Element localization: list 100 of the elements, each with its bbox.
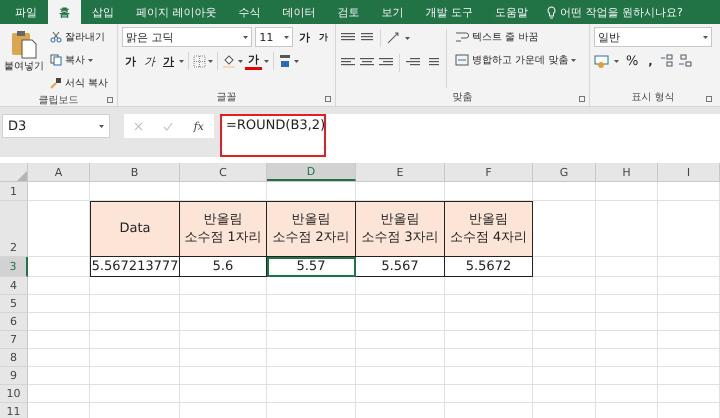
grid-cell[interactable] bbox=[533, 257, 596, 277]
row-header[interactable]: 5 bbox=[0, 295, 28, 313]
dialog-launcher-icon[interactable] bbox=[107, 97, 113, 103]
ribbon-tab[interactable]: 도움말 bbox=[484, 0, 539, 24]
ribbon-tab[interactable]: 개발 도구 bbox=[414, 0, 484, 24]
grid-cell[interactable] bbox=[533, 349, 596, 367]
row-header[interactable]: 4 bbox=[0, 277, 28, 295]
grid-cell[interactable] bbox=[658, 385, 720, 403]
grid-cell[interactable] bbox=[267, 313, 356, 331]
ribbon-tab[interactable]: 수식 bbox=[228, 0, 272, 24]
dialog-launcher-icon[interactable] bbox=[325, 96, 331, 102]
grid-cell[interactable] bbox=[356, 385, 445, 403]
wrap-text-button[interactable]: 텍스트 줄 바꿈 bbox=[453, 27, 578, 47]
grid-cell[interactable] bbox=[180, 331, 267, 349]
grid-cell[interactable] bbox=[356, 331, 445, 349]
grid-cell[interactable] bbox=[533, 313, 596, 331]
tell-me-search[interactable]: 어떤 작업을 원하시나요? bbox=[539, 0, 683, 24]
font-name-field[interactable]: 맑은 고딕 bbox=[122, 27, 252, 47]
column-header[interactable]: G bbox=[533, 163, 596, 181]
grid-cell[interactable] bbox=[596, 367, 658, 385]
row-header[interactable]: 6 bbox=[0, 313, 28, 331]
paste-button[interactable]: 붙여넣기 bbox=[4, 27, 44, 93]
grid-cell[interactable] bbox=[28, 349, 90, 367]
grid-cell[interactable] bbox=[180, 367, 267, 385]
column-header[interactable]: D bbox=[267, 163, 356, 181]
row-header[interactable]: 8 bbox=[0, 349, 28, 367]
grid-cell[interactable] bbox=[28, 385, 90, 403]
decrease-decimal-icon[interactable] bbox=[678, 54, 692, 68]
row-header[interactable]: 2 bbox=[0, 201, 28, 257]
grid-cell[interactable] bbox=[267, 367, 356, 385]
grid-cell[interactable] bbox=[28, 295, 90, 313]
insert-function-button[interactable]: fx bbox=[194, 120, 204, 132]
ribbon-tab[interactable]: 삽입 bbox=[81, 0, 125, 24]
underline-button[interactable]: 가 bbox=[160, 54, 177, 68]
grid-cell[interactable] bbox=[596, 277, 658, 295]
grid-cell[interactable] bbox=[445, 331, 533, 349]
increase-decimal-icon[interactable] bbox=[660, 54, 674, 68]
dialog-launcher-icon[interactable] bbox=[579, 96, 585, 102]
grid-cell[interactable] bbox=[356, 295, 445, 313]
grid-cell[interactable] bbox=[90, 277, 180, 295]
grid-cell[interactable] bbox=[658, 367, 720, 385]
grid-cell[interactable] bbox=[180, 295, 267, 313]
grid-cell[interactable] bbox=[596, 331, 658, 349]
grid-cell[interactable] bbox=[180, 313, 267, 331]
grid-cell[interactable] bbox=[658, 182, 720, 201]
column-header[interactable]: H bbox=[596, 163, 658, 181]
grid-cell[interactable] bbox=[658, 277, 720, 295]
dialog-launcher-icon[interactable] bbox=[706, 96, 712, 102]
grid-cell[interactable] bbox=[596, 295, 658, 313]
grid-cell[interactable] bbox=[180, 385, 267, 403]
grid-cell[interactable] bbox=[90, 295, 180, 313]
table-cell[interactable]: 5.6 bbox=[180, 257, 267, 277]
grid-cell[interactable] bbox=[90, 331, 180, 349]
grid-cell[interactable] bbox=[267, 349, 356, 367]
decrease-font-size-button[interactable]: 가 bbox=[316, 30, 331, 44]
ribbon-tab[interactable]: 데이터 bbox=[272, 0, 326, 24]
increase-font-size-button[interactable]: 가 bbox=[296, 30, 313, 44]
grid-cell[interactable] bbox=[28, 277, 90, 295]
formula-bar-field[interactable]: =ROUND(B3,2) bbox=[220, 114, 720, 157]
grid-cell[interactable] bbox=[658, 295, 720, 313]
comma-style-button[interactable]: , bbox=[645, 54, 656, 68]
grid-cell[interactable] bbox=[28, 331, 90, 349]
format-painter-button[interactable]: 서식 복사 bbox=[48, 73, 110, 93]
column-header[interactable]: E bbox=[356, 163, 445, 181]
grid-cell[interactable] bbox=[28, 182, 90, 201]
grid-cell[interactable] bbox=[533, 277, 596, 295]
grid-cell[interactable] bbox=[533, 201, 596, 257]
grid-cell[interactable] bbox=[596, 385, 658, 403]
grid-cell[interactable] bbox=[267, 295, 356, 313]
grid-cell[interactable] bbox=[90, 313, 180, 331]
grid-cell[interactable] bbox=[28, 313, 90, 331]
grid-cell[interactable] bbox=[90, 385, 180, 403]
column-header[interactable]: A bbox=[28, 163, 90, 181]
grid-cell[interactable] bbox=[445, 295, 533, 313]
bold-button[interactable]: 가 bbox=[122, 54, 139, 68]
cut-button[interactable]: 잘라내기 bbox=[48, 27, 110, 47]
currency-icon[interactable] bbox=[594, 54, 610, 68]
grid-cell[interactable] bbox=[533, 295, 596, 313]
grid-cell[interactable] bbox=[356, 349, 445, 367]
grid-cell[interactable] bbox=[596, 201, 658, 257]
font-color-button[interactable]: 가 bbox=[245, 52, 262, 70]
grid-cell[interactable] bbox=[445, 313, 533, 331]
row-header[interactable]: 3 bbox=[0, 257, 28, 277]
column-header[interactable]: F bbox=[445, 163, 533, 181]
grid-cell[interactable] bbox=[445, 385, 533, 403]
grid-cell[interactable] bbox=[533, 331, 596, 349]
grid-cell[interactable] bbox=[533, 367, 596, 385]
grid-cell[interactable] bbox=[267, 331, 356, 349]
grid-cell[interactable] bbox=[356, 367, 445, 385]
grid-cell[interactable] bbox=[90, 349, 180, 367]
column-header[interactable]: I bbox=[658, 163, 720, 181]
grid-cell[interactable] bbox=[533, 385, 596, 403]
cancel-icon[interactable] bbox=[134, 122, 144, 130]
grid-cell[interactable] bbox=[180, 277, 267, 295]
grid-cell[interactable] bbox=[533, 182, 596, 201]
grid-cell[interactable] bbox=[658, 201, 720, 257]
name-box[interactable]: D3 bbox=[2, 114, 110, 138]
ribbon-tab[interactable]: 파일 bbox=[4, 0, 48, 24]
fill-bucket-icon[interactable] bbox=[222, 54, 236, 68]
grid-cell[interactable] bbox=[658, 257, 720, 277]
